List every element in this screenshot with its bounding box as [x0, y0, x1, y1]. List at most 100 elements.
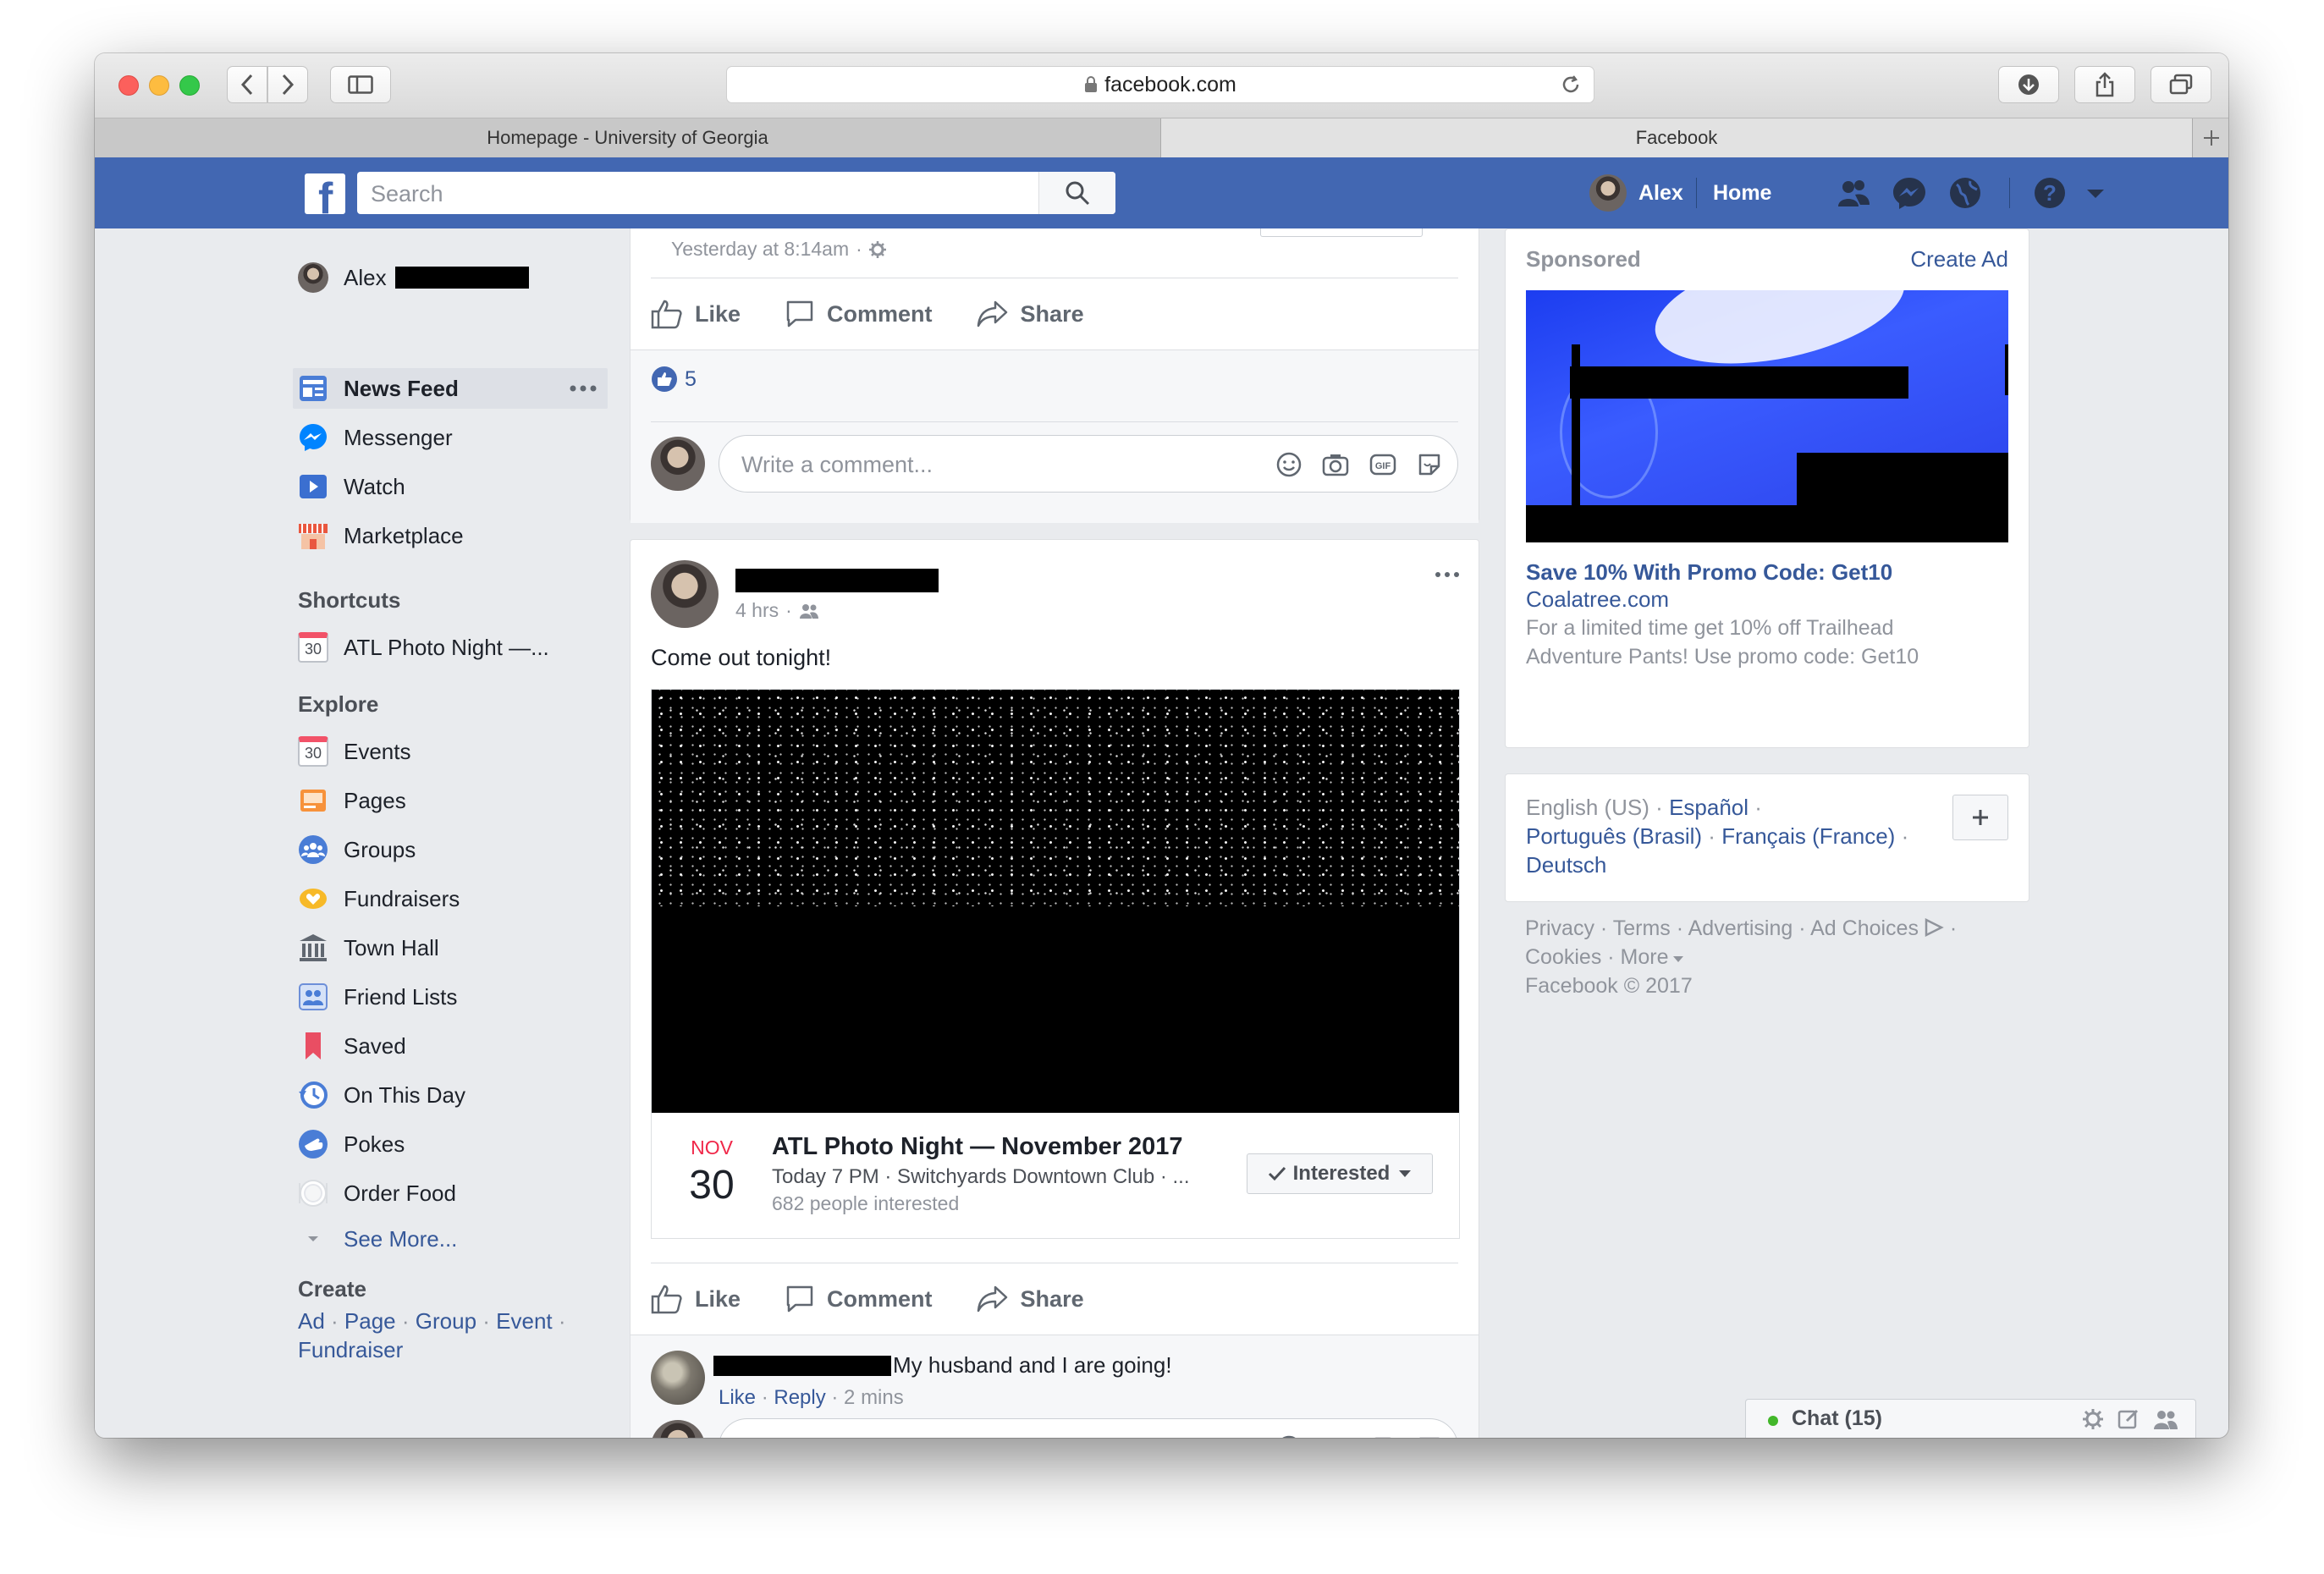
post-time[interactable]: 4 hrs: [735, 599, 779, 622]
share-label: Share: [1020, 300, 1084, 327]
help-icon[interactable]: ?: [2033, 176, 2067, 210]
close-window-button[interactable]: [118, 75, 139, 96]
tab-title: Homepage - University of Georgia: [487, 127, 768, 148]
post-time[interactable]: Yesterday at 8:14am: [671, 238, 849, 261]
comment-reply-link[interactable]: Reply: [774, 1386, 825, 1409]
address-bar[interactable]: facebook.com: [726, 66, 1594, 103]
event-details: NOV 30 ATL Photo Night — November 2017 T…: [652, 1113, 1459, 1238]
camera-icon[interactable]: [1322, 1435, 1349, 1438]
add-language-button[interactable]: [1952, 795, 2008, 840]
post-actions: Like Comment Share: [631, 1263, 1479, 1335]
language-portugues-link[interactable]: Português (Brasil): [1526, 823, 1702, 849]
event-button-partial[interactable]: [1260, 228, 1423, 237]
sidebar-item-label: Watch: [344, 473, 405, 499]
reactions-summary[interactable]: 5: [651, 366, 697, 393]
sticker-icon[interactable]: [1417, 1435, 1442, 1438]
comment-input[interactable]: [740, 1419, 1251, 1438]
sticker-icon[interactable]: [1417, 452, 1442, 477]
comments-section: 5 GIF: [631, 349, 1479, 523]
create-group-link[interactable]: Group: [416, 1308, 476, 1334]
svg-text:?: ?: [2043, 180, 2057, 206]
comment-button[interactable]: Comment: [785, 1284, 933, 1314]
back-button[interactable]: [227, 66, 267, 103]
interested-button[interactable]: Interested: [1247, 1153, 1433, 1194]
ad-choices-icon[interactable]: [1924, 917, 1944, 938]
messenger-icon: [300, 424, 327, 451]
event-attachment[interactable]: NOV 30 ATL Photo Night — November 2017 T…: [651, 689, 1460, 1239]
chat-bar[interactable]: Chat (15): [1745, 1399, 2196, 1438]
more-options-icon[interactable]: [569, 384, 598, 393]
language-espanol-link[interactable]: Español: [1669, 795, 1749, 820]
comment-time[interactable]: 2 mins: [844, 1386, 904, 1409]
comment-input[interactable]: [740, 436, 1251, 493]
comment-icon: [786, 300, 813, 327]
thumbs-up-icon: [651, 1285, 682, 1314]
share-button[interactable]: Share: [977, 1285, 1084, 1313]
event-title[interactable]: ATL Photo Night — November 2017: [772, 1133, 1183, 1161]
share-page-button[interactable]: [2074, 66, 2135, 103]
create-fundraiser-link[interactable]: Fundraiser: [298, 1337, 403, 1362]
zoom-window-button[interactable]: [179, 75, 200, 96]
search-button[interactable]: [1038, 172, 1115, 214]
create-event-link[interactable]: Event: [496, 1308, 553, 1334]
emoji-icon[interactable]: [1276, 1435, 1302, 1438]
home-link[interactable]: Home: [1713, 157, 1771, 228]
settings-gear-icon[interactable]: [2082, 1408, 2104, 1430]
emoji-icon[interactable]: [1276, 452, 1302, 477]
search-input[interactable]: [357, 172, 1049, 216]
post-options-icon[interactable]: [1435, 570, 1460, 579]
sidebar-item-label: Marketplace: [344, 522, 464, 548]
language-deutsch-link[interactable]: Deutsch: [1526, 852, 1606, 878]
post-author-avatar[interactable]: [651, 560, 719, 628]
sidebar-toggle-button[interactable]: [330, 66, 391, 103]
ad-domain[interactable]: Coalatree.com: [1526, 586, 1669, 613]
caret-down-icon: [1399, 1170, 1412, 1177]
notifications-globe-icon[interactable]: [1948, 176, 1982, 210]
pokes-icon: [299, 1130, 328, 1158]
chevron-down-icon: [1672, 956, 1683, 962]
ad-title[interactable]: Save 10% With Promo Code: Get10: [1526, 559, 1892, 586]
language-francais-link[interactable]: Français (France): [1721, 823, 1895, 849]
tab-university-of-georgia[interactable]: Homepage - University of Georgia: [95, 118, 1161, 157]
messenger-icon[interactable]: [1892, 176, 1926, 210]
explore-heading: Explore: [298, 691, 379, 717]
event-month: NOV: [691, 1136, 733, 1158]
share-arrow-icon: [977, 300, 1007, 327]
tab-facebook[interactable]: Facebook: [1161, 118, 2192, 157]
create-page-link[interactable]: Page: [344, 1308, 396, 1334]
profile-link[interactable]: Alex: [1589, 157, 1683, 228]
create-ad-link[interactable]: Create Ad: [1910, 246, 2008, 272]
footer-more-links[interactable]: Cookies · More: [1525, 945, 1669, 969]
new-tab-button[interactable]: [2192, 118, 2228, 157]
camera-icon[interactable]: [1322, 452, 1349, 477]
create-links: Ad · Page · Group · Event · Fundraiser: [298, 1308, 566, 1362]
like-button[interactable]: Like: [651, 1284, 741, 1314]
create-group-chat-icon[interactable]: [2153, 1408, 2178, 1430]
sidebar-item-label: Pokes: [344, 1131, 405, 1157]
facebook-top-bar: f Alex Home ?: [95, 157, 2228, 229]
account-menu-chevron-down-icon[interactable]: [2084, 176, 2107, 210]
facebook-logo[interactable]: f: [305, 173, 345, 214]
gif-icon[interactable]: GIF: [1369, 1435, 1396, 1438]
interested-label: Interested: [1292, 1162, 1391, 1185]
footer-links[interactable]: Privacy · Terms · Advertising · Ad Choic…: [1525, 916, 1919, 940]
comment-like-link[interactable]: Like: [719, 1386, 756, 1409]
commenter-avatar[interactable]: [651, 1351, 705, 1405]
friend-lists-icon: [299, 983, 328, 1010]
sidebar-item-news-feed[interactable]: News Feed: [293, 368, 608, 409]
downloads-button[interactable]: [1998, 66, 2059, 103]
create-ad-link[interactable]: Ad: [298, 1308, 325, 1334]
event-cover-photo[interactable]: [652, 690, 1459, 1113]
reload-icon[interactable]: [1560, 74, 1582, 96]
comment-icon: [786, 1285, 813, 1313]
friend-requests-icon[interactable]: [1837, 176, 1870, 210]
gif-icon[interactable]: GIF: [1369, 452, 1396, 477]
ad-image[interactable]: [1526, 290, 2008, 542]
tab-overview-button[interactable]: [2151, 66, 2211, 103]
comment-button[interactable]: Comment: [785, 299, 933, 329]
like-button[interactable]: Like: [651, 299, 741, 329]
forward-button[interactable]: [267, 66, 308, 103]
share-button[interactable]: Share: [977, 300, 1084, 328]
minimize-window-button[interactable]: [149, 75, 169, 96]
new-message-icon[interactable]: [2117, 1408, 2140, 1430]
